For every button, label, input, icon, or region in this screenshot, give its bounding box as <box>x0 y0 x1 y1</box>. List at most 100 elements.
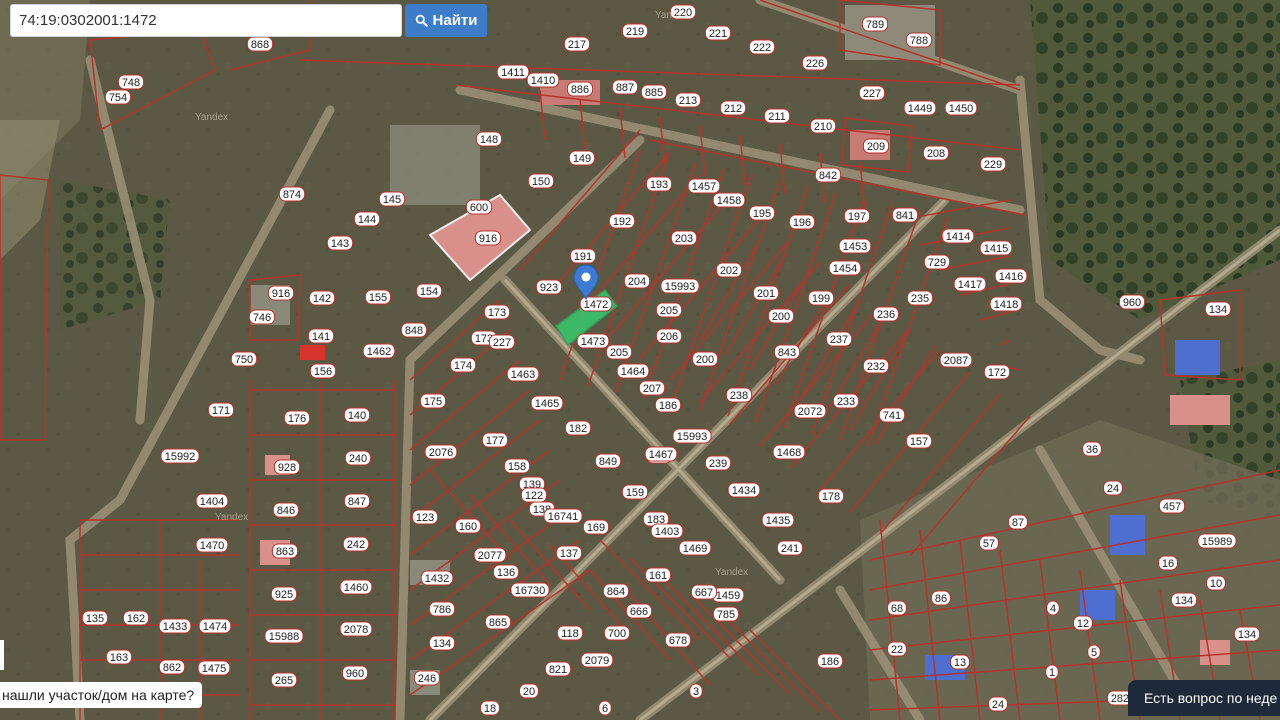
svg-text:1473: 1473 <box>581 336 605 348</box>
svg-text:200: 200 <box>772 311 790 323</box>
parcel-label: 200 <box>767 308 795 324</box>
parcel-label: 87 <box>1008 514 1028 530</box>
svg-text:15992: 15992 <box>165 451 196 463</box>
svg-text:1434: 1434 <box>732 485 756 497</box>
parcel-label: 865 <box>484 614 512 630</box>
svg-text:1404: 1404 <box>200 496 224 508</box>
parcel-label: 916 <box>474 230 502 246</box>
svg-text:1414: 1414 <box>946 231 970 243</box>
svg-text:729: 729 <box>928 257 946 269</box>
svg-text:842: 842 <box>819 170 837 182</box>
svg-text:160: 160 <box>459 521 477 533</box>
chat-widget[interactable]: Есть вопрос по неде <box>1128 680 1280 716</box>
svg-text:1468: 1468 <box>777 447 801 459</box>
svg-text:174: 174 <box>454 360 472 372</box>
parcel-label: 1410 <box>526 72 560 88</box>
side-panel-handle[interactable] <box>0 640 4 670</box>
parcel-label: 6 <box>598 700 612 716</box>
map-watermark: Yandex <box>655 10 688 21</box>
parcel-label: 20 <box>519 683 539 699</box>
svg-text:6: 6 <box>602 703 608 715</box>
parcel-label: 174 <box>449 357 477 373</box>
parcel-label: 24 <box>1103 480 1123 496</box>
parcel-label: 786 <box>428 601 456 617</box>
parcel-label: 182 <box>564 420 592 436</box>
parcel-label: 219 <box>621 23 649 39</box>
parcel-label: 22 <box>887 641 907 657</box>
parcel-label: 193 <box>645 176 673 192</box>
parcel-label: 1415 <box>979 240 1013 256</box>
parcel-label: 240 <box>344 450 372 466</box>
parcel-label: 162 <box>122 610 150 626</box>
svg-text:24: 24 <box>992 699 1004 711</box>
svg-text:208: 208 <box>927 148 945 160</box>
parcel-label: 842 <box>814 167 842 183</box>
parcel-label: 13 <box>950 654 970 670</box>
svg-text:16: 16 <box>1162 558 1174 570</box>
parcel-label: 163 <box>105 649 133 665</box>
svg-text:178: 178 <box>822 491 840 503</box>
parcel-label: 1473 <box>576 333 610 349</box>
search-button[interactable]: Найти <box>405 4 487 37</box>
svg-text:1432: 1432 <box>425 573 449 585</box>
cadastral-map[interactable]: 8687487542172192202212222267897881411141… <box>0 0 1280 720</box>
svg-text:148: 148 <box>480 134 498 146</box>
svg-text:1435: 1435 <box>766 515 790 527</box>
svg-text:4: 4 <box>1050 603 1056 615</box>
svg-text:1467: 1467 <box>649 449 673 461</box>
parcel-label: 1450 <box>944 100 978 116</box>
parcel-label: 886 <box>566 81 594 97</box>
svg-text:916: 916 <box>479 233 497 245</box>
svg-text:1465: 1465 <box>535 398 559 410</box>
svg-text:122: 122 <box>525 490 543 502</box>
found-parcel-hint[interactable]: нашли участок/дом на карте? <box>0 682 203 708</box>
svg-text:2076: 2076 <box>429 447 453 459</box>
parcel-label: 217 <box>563 36 591 52</box>
svg-text:235: 235 <box>911 293 929 305</box>
parcel-label: 15988 <box>264 628 304 644</box>
parcel-label: 1474 <box>198 618 232 634</box>
map-watermark: Yandex <box>215 512 248 523</box>
svg-text:1410: 1410 <box>531 75 555 87</box>
parcel-label: 847 <box>343 493 371 509</box>
parcel-label: 15989 <box>1197 533 1237 549</box>
svg-text:821: 821 <box>549 664 567 676</box>
svg-text:142: 142 <box>313 293 331 305</box>
parcel-label: 1404 <box>195 493 229 509</box>
parcel-label: 226 <box>801 55 829 71</box>
svg-text:232: 232 <box>867 361 885 373</box>
svg-text:15993: 15993 <box>665 281 696 293</box>
map-watermark: Yandex <box>195 112 228 123</box>
svg-text:754: 754 <box>109 92 127 104</box>
parcel-label: 232 <box>862 358 890 374</box>
svg-text:1417: 1417 <box>958 279 982 291</box>
svg-text:192: 192 <box>613 216 631 228</box>
svg-text:960: 960 <box>346 668 364 680</box>
parcel-label: 863 <box>271 543 299 559</box>
svg-text:86: 86 <box>935 593 947 605</box>
parcel-label: 178 <box>817 488 845 504</box>
cadastral-search-input[interactable] <box>10 4 402 37</box>
svg-text:923: 923 <box>540 282 558 294</box>
svg-text:200: 200 <box>696 354 714 366</box>
parcel-label: 137 <box>555 545 583 561</box>
svg-text:207: 207 <box>643 383 661 395</box>
svg-text:1469: 1469 <box>683 543 707 555</box>
svg-text:203: 203 <box>675 233 693 245</box>
parcel-label: 1414 <box>941 228 975 244</box>
svg-text:1460: 1460 <box>344 582 368 594</box>
parcel-label: 1468 <box>772 444 806 460</box>
parcel-label: 156 <box>309 363 337 379</box>
parcel-label: 2078 <box>339 621 373 637</box>
svg-text:1454: 1454 <box>833 263 857 275</box>
parcel-label: 1463 <box>506 366 540 382</box>
svg-text:748: 748 <box>122 77 140 89</box>
parcel-label: 134 <box>1233 626 1261 642</box>
parcel-label: 36 <box>1082 441 1102 457</box>
parcel-label: 239 <box>704 455 732 471</box>
svg-text:226: 226 <box>806 58 824 70</box>
parcel-label: 846 <box>272 502 300 518</box>
svg-text:150: 150 <box>532 176 550 188</box>
svg-text:169: 169 <box>587 522 605 534</box>
parcel-label: 150 <box>527 173 555 189</box>
